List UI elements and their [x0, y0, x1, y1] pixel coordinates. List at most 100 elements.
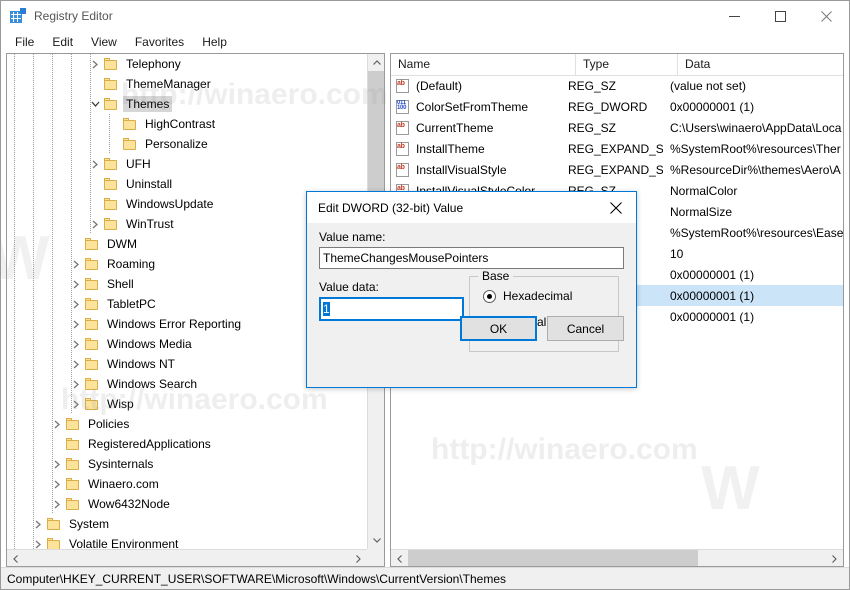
value-name-cell: ab InstallTheme	[391, 141, 561, 156]
close-button[interactable]	[803, 1, 849, 31]
value-data-label: Value data:	[319, 280, 379, 294]
folder-icon	[84, 317, 100, 331]
value-data-cell: %SystemRoot%\resources\Ease	[670, 225, 843, 240]
folder-icon	[103, 57, 119, 71]
folder-icon	[84, 297, 100, 311]
value-data-cell: 0x00000001 (1)	[670, 309, 755, 324]
folder-icon	[84, 377, 100, 391]
registry-icon	[10, 8, 26, 24]
tree-item-label: WindowsUpdate	[126, 197, 214, 211]
dialog-body: Value name: ThemeChangesMousePointers Va…	[307, 230, 636, 352]
folder-icon	[65, 417, 81, 431]
column-header-name[interactable]: Name	[391, 54, 576, 75]
tree-horizontal-scrollbar[interactable]	[7, 549, 367, 566]
value-name-cell: ab InstallVisualStyle	[391, 162, 561, 177]
tree-item-label: ThemeManager	[126, 77, 211, 91]
tree-item-label: Telephony	[126, 57, 181, 71]
value-data-cell: %SystemRoot%\resources\Ther	[670, 141, 841, 156]
folder-icon	[65, 457, 81, 471]
radio-hexadecimal[interactable]: Hexadecimal	[483, 289, 618, 303]
value-data-input[interactable]: 1	[319, 297, 464, 321]
value-type-cell: REG_SZ	[568, 78, 617, 93]
radio-hexadecimal-icon[interactable]	[483, 289, 496, 303]
tree-scroll-down-icon[interactable]	[368, 532, 384, 549]
value-row[interactable]: ab InstallVisualStyle REG_EXPAND_SZ %Resour…	[391, 159, 843, 180]
menu-edit[interactable]: Edit	[43, 32, 82, 52]
tree-item-themes[interactable]: Themes	[7, 94, 367, 114]
menu-favorites[interactable]: Favorites	[126, 32, 193, 52]
values-scroll-right-icon[interactable]	[826, 550, 843, 566]
value-data-cell: NormalSize	[670, 204, 733, 219]
value-name-input[interactable]: ThemeChangesMousePointers	[319, 247, 624, 269]
value-row[interactable]: ab (Default) REG_SZ (value not set)	[391, 75, 843, 96]
value-name-text: ColorSetFromTheme	[416, 99, 529, 114]
string-value-icon: ab	[395, 141, 411, 156]
value-row[interactable]: 011 100 ColorSetFromTheme REG_DWORD 0x000000…	[391, 96, 843, 117]
tree-item-label: Uninstall	[126, 177, 173, 191]
value-row[interactable]: ab CurrentTheme REG_SZ C:\Users\winaero\App…	[391, 117, 843, 138]
tree-scroll-up-icon[interactable]	[368, 54, 384, 71]
values-scroll-left-icon[interactable]	[391, 550, 408, 566]
minimize-button[interactable]	[711, 1, 757, 31]
menu-help[interactable]: Help	[193, 32, 236, 52]
maximize-button[interactable]	[757, 1, 803, 31]
tree-indent	[7, 194, 91, 214]
tree-item-highcontrast[interactable]: HighContrast	[7, 114, 367, 134]
tree-item-policies[interactable]: Policies	[7, 414, 367, 434]
folder-icon	[84, 337, 100, 351]
value-name-cell: 011 100 ColorSetFromTheme	[391, 99, 561, 114]
cancel-button[interactable]: Cancel	[547, 316, 624, 341]
tree-item-label: Sysinternals	[88, 457, 154, 471]
tree-item-label: Roaming	[107, 257, 156, 271]
menu-bar: File Edit View Favorites Help	[1, 31, 849, 53]
tree-item-sysinternals[interactable]: Sysinternals	[7, 454, 367, 474]
tree-item-system[interactable]: System	[7, 514, 367, 534]
tree-indent	[7, 334, 72, 354]
tree-item-winaero-com[interactable]: Winaero.com	[7, 474, 367, 494]
value-name-label: Value name:	[319, 230, 386, 244]
tree-scroll-left-icon[interactable]	[7, 550, 24, 566]
string-value-icon: ab	[395, 78, 411, 93]
folder-icon	[84, 357, 100, 371]
column-header-data[interactable]: Data	[678, 54, 843, 75]
value-data-cell: 0x00000001 (1)	[670, 288, 755, 303]
tree-item-wisp[interactable]: Wisp	[7, 394, 367, 414]
tree-item-telephony[interactable]: Telephony	[7, 54, 367, 74]
tree-scroll-right-icon[interactable]	[350, 550, 367, 566]
value-name-cell: ab CurrentTheme	[391, 120, 561, 135]
dialog-close-icon[interactable]	[596, 192, 636, 223]
tree-item-label: Personalize	[145, 137, 208, 151]
tree-indent	[7, 154, 91, 174]
tree-indent	[7, 74, 91, 94]
tree-item-personalize[interactable]: Personalize	[7, 134, 367, 154]
value-type-cell: REG_DWORD	[568, 99, 648, 114]
tree-item-volatile-environment[interactable]: Volatile Environment	[7, 534, 367, 549]
value-data-cell: NormalColor	[670, 183, 738, 198]
dword-value-icon: 011 100	[395, 99, 411, 114]
menu-file[interactable]: File	[6, 32, 43, 52]
tree-item-ufh[interactable]: UFH	[7, 154, 367, 174]
values-horizontal-scrollbar[interactable]	[391, 549, 843, 566]
folder-icon	[65, 497, 81, 511]
tree-item-thememanager[interactable]: ThemeManager	[7, 74, 367, 94]
tree-item-wow6432node[interactable]: Wow6432Node	[7, 494, 367, 514]
status-bar: Computer\HKEY_CURRENT_USER\SOFTWARE\Micr…	[1, 567, 849, 589]
column-header-type[interactable]: Type	[576, 54, 678, 75]
tree-item-label: Windows NT	[107, 357, 176, 371]
string-value-icon: ab	[395, 162, 411, 177]
values-scroll-thumb[interactable]	[408, 550, 698, 566]
value-data-cell: 10	[670, 246, 684, 261]
tree-item-registeredapplications[interactable]: RegisteredApplications	[7, 434, 367, 454]
tree-item-label: HighContrast	[145, 117, 216, 131]
value-type-cell: REG_SZ	[568, 120, 617, 135]
tree-item-label: Policies	[88, 417, 130, 431]
ok-button[interactable]: OK	[460, 316, 537, 341]
folder-icon	[103, 217, 119, 231]
value-row[interactable]: ab InstallTheme REG_EXPAND_SZ %SystemRoot%\…	[391, 138, 843, 159]
tree-item-label: RegisteredApplications	[88, 437, 211, 451]
tree-indent	[7, 494, 53, 514]
tree-item-label: Themes	[123, 96, 173, 112]
value-data-cell: C:\Users\winaero\AppData\Loca	[670, 120, 842, 135]
folder-icon	[103, 197, 119, 211]
menu-view[interactable]: View	[82, 32, 126, 52]
